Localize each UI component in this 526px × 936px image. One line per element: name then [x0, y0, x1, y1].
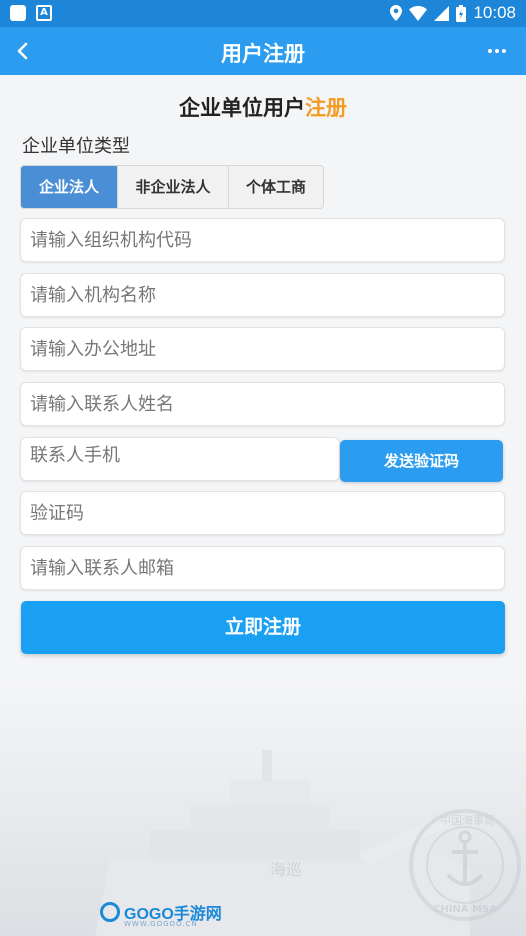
seal-text: 中国海事局 — [440, 813, 495, 827]
more-dot-icon — [495, 49, 499, 53]
ship-hull-text: 海巡 — [270, 860, 302, 879]
contact-name-field — [20, 382, 505, 426]
form-heading: 企业单位用户注册 — [0, 92, 526, 122]
unit-type-selector: 企业法人 非企业法人 个体工商 — [20, 165, 324, 209]
unit-type-option-corporate[interactable]: 企业法人 — [21, 166, 118, 208]
app-bar: 用户注册 — [0, 27, 526, 75]
org-name-field — [20, 273, 505, 317]
contact-phone-field — [20, 437, 340, 481]
notification-square-icon — [10, 5, 26, 21]
seal-english-text: CHINA MSA — [433, 904, 497, 915]
status-bar: A 10:08 — [0, 0, 526, 27]
unit-type-option-non-corporate[interactable]: 非企业法人 — [118, 166, 229, 208]
signal-icon — [434, 5, 450, 21]
form-heading-accent: 注册 — [305, 96, 347, 120]
contact-phone-input[interactable] — [21, 438, 339, 480]
more-dot-icon — [488, 49, 492, 53]
send-code-button[interactable]: 发送验证码 — [340, 440, 503, 482]
location-icon — [390, 5, 403, 21]
form-heading-main: 企业单位用户 — [179, 96, 305, 120]
page-title: 用户注册 — [221, 42, 305, 66]
background-ship-illustration: 海巡 中国海事局 CHINA MSA — [0, 680, 526, 936]
register-now-button[interactable]: 立即注册 — [21, 601, 505, 654]
notification-a-icon: A — [36, 5, 52, 21]
status-time: 10:08 — [473, 3, 516, 22]
watermark-site: WWW.GOGOO.CN — [124, 920, 198, 928]
unit-type-label: 企业单位类型 — [22, 136, 130, 157]
more-dot-icon — [502, 49, 506, 53]
org-name-input[interactable] — [21, 274, 504, 316]
more-menu-button[interactable] — [484, 37, 510, 65]
contact-email-input[interactable] — [21, 547, 504, 589]
contact-email-field — [20, 546, 505, 590]
gogo-logo-icon — [100, 902, 120, 922]
contact-name-input[interactable] — [21, 383, 504, 425]
org-code-field — [20, 218, 505, 262]
verify-code-field — [20, 491, 505, 535]
china-msa-seal-icon: 中国海事局 CHINA MSA — [409, 809, 521, 921]
office-address-input[interactable] — [21, 328, 504, 370]
unit-type-option-individual-business[interactable]: 个体工商 — [229, 166, 323, 208]
verify-code-input[interactable] — [21, 492, 504, 534]
org-code-input[interactable] — [21, 219, 504, 261]
wifi-icon — [409, 5, 428, 21]
office-address-field — [20, 327, 505, 371]
battery-icon — [456, 4, 467, 22]
